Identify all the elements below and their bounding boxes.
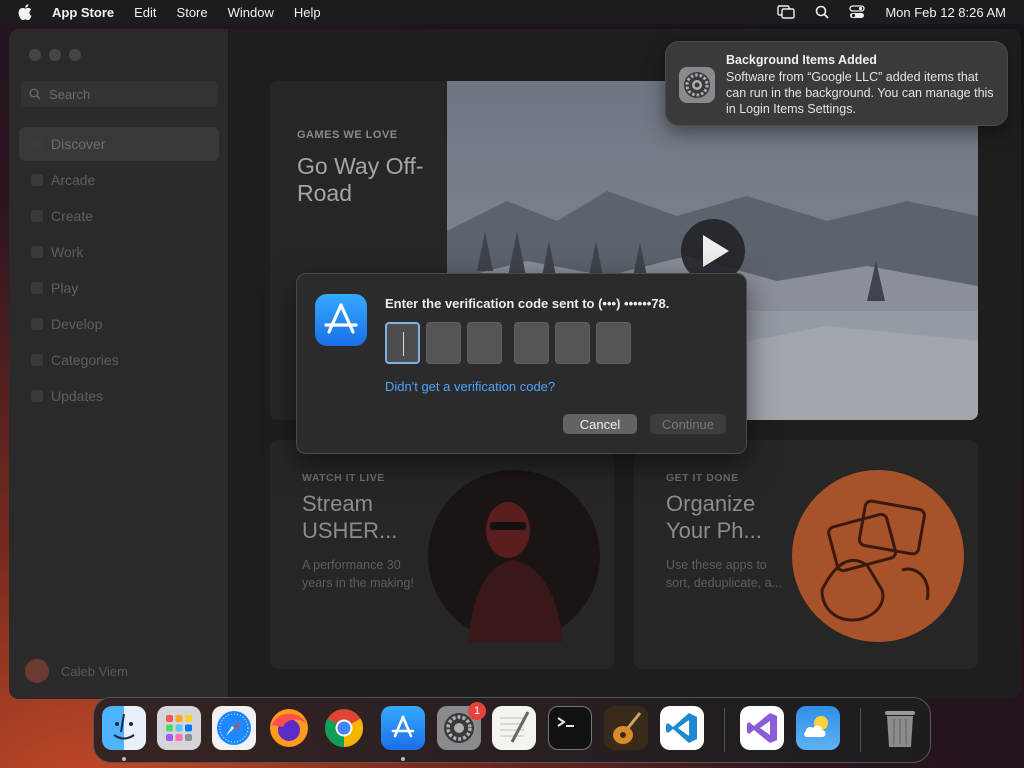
menu-help[interactable]: Help xyxy=(294,5,321,20)
chrome-icon[interactable] xyxy=(322,706,366,750)
apple-menu-icon[interactable] xyxy=(18,4,34,20)
story-card-organize-photos[interactable]: GET IT DONE Organize Your Ph... Use thes… xyxy=(634,440,978,669)
sidebar-nav: Discover Arcade Create Work Play Develop… xyxy=(19,127,219,415)
weather-icon[interactable] xyxy=(796,706,840,750)
app-store-icon[interactable] xyxy=(381,706,425,750)
firefox-icon[interactable] xyxy=(267,706,311,750)
sidebar-search-input[interactable]: Search xyxy=(21,81,218,107)
code-digit-4-input[interactable] xyxy=(514,322,549,364)
window-controls xyxy=(29,49,81,61)
develop-icon xyxy=(31,318,43,330)
menu-bar: App Store Edit Store Window Help Mon Feb… xyxy=(0,0,1024,24)
menu-edit[interactable]: Edit xyxy=(134,5,156,20)
screen-mirroring-icon[interactable] xyxy=(777,5,796,19)
card-title: Organize Your Ph... xyxy=(666,491,762,543)
code-digit-6-input[interactable] xyxy=(596,322,631,364)
cancel-button[interactable]: Cancel xyxy=(563,414,637,434)
dock-separator xyxy=(860,708,861,752)
categories-icon xyxy=(31,354,43,366)
card-title: Stream USHER... xyxy=(302,491,398,543)
resend-code-link[interactable]: Didn't get a verification code? xyxy=(385,379,555,394)
code-digit-5-input[interactable] xyxy=(555,322,590,364)
user-name: Caleb Viem xyxy=(61,663,128,679)
create-icon xyxy=(31,210,43,222)
trash-icon[interactable] xyxy=(878,706,922,750)
terminal-icon[interactable] xyxy=(548,706,592,750)
menu-store[interactable]: Store xyxy=(177,5,208,20)
dock: 1 xyxy=(93,697,931,763)
sidebar-item-label: Updates xyxy=(51,388,104,404)
spotlight-search-icon[interactable] xyxy=(815,5,829,19)
finder-icon[interactable] xyxy=(102,706,146,750)
sidebar-item-discover[interactable]: Discover xyxy=(19,127,219,161)
verification-code-dialog: Enter the verification code sent to (•••… xyxy=(296,273,747,454)
avatar xyxy=(25,659,49,683)
sidebar-item-label: Discover xyxy=(51,136,106,152)
verification-code-inputs xyxy=(385,322,637,364)
sidebar-item-play[interactable]: Play xyxy=(19,271,219,305)
continue-button[interactable]: Continue xyxy=(650,414,726,434)
settings-notification-badge: 1 xyxy=(468,702,486,720)
background-items-notification[interactable]: Background Items Added Software from “Go… xyxy=(665,41,1008,126)
app-store-icon xyxy=(315,294,367,346)
arcade-icon xyxy=(31,174,43,186)
sidebar-item-work[interactable]: Work xyxy=(19,235,219,269)
card-eyebrow: GET IT DONE xyxy=(666,472,739,484)
search-placeholder: Search xyxy=(49,86,91,102)
search-icon xyxy=(29,88,41,100)
sidebar-item-updates[interactable]: Updates xyxy=(19,379,219,413)
card-eyebrow: WATCH IT LIVE xyxy=(302,472,385,484)
play-category-icon xyxy=(31,282,43,294)
menu-app-name[interactable]: App Store xyxy=(52,5,114,20)
app-store-running-indicator xyxy=(401,757,405,761)
story-card-stream-usher[interactable]: WATCH IT LIVE Stream USHER... A performa… xyxy=(270,440,614,669)
code-digit-3-input[interactable] xyxy=(467,322,502,364)
menu-window[interactable]: Window xyxy=(228,5,274,20)
verification-prompt: Enter the verification code sent to (•••… xyxy=(385,296,670,311)
sidebar-item-label: Arcade xyxy=(51,172,96,188)
usher-portrait-image xyxy=(428,470,600,642)
control-center-icon[interactable] xyxy=(849,5,865,19)
dock-separator xyxy=(724,708,725,752)
sidebar-item-label: Work xyxy=(51,244,84,260)
code-digit-2-input[interactable] xyxy=(426,322,461,364)
safari-icon[interactable] xyxy=(212,706,256,750)
zoom-window-button[interactable] xyxy=(69,49,81,61)
work-icon xyxy=(31,246,43,258)
sidebar-item-create[interactable]: Create xyxy=(19,199,219,233)
notification-title: Background Items Added xyxy=(726,53,877,67)
discover-icon xyxy=(31,138,43,150)
minimize-window-button[interactable] xyxy=(49,49,61,61)
sidebar-item-label: Play xyxy=(51,280,79,296)
clock-datetime[interactable]: Mon Feb 12 8:26 AM xyxy=(885,5,1006,20)
finder-running-indicator xyxy=(122,757,126,761)
garageband-icon[interactable] xyxy=(604,706,648,750)
hero-title: Go Way Off-Road xyxy=(297,153,424,206)
updates-icon xyxy=(31,390,43,402)
code-digit-1-input[interactable] xyxy=(385,322,420,364)
organize-photos-illustration xyxy=(792,470,964,642)
close-window-button[interactable] xyxy=(29,49,41,61)
sidebar-item-label: Develop xyxy=(51,316,103,332)
notification-body: Software from “Google LLC” added items t… xyxy=(726,70,994,116)
sidebar-item-categories[interactable]: Categories xyxy=(19,343,219,377)
vscode-icon[interactable] xyxy=(660,706,704,750)
visual-studio-icon[interactable] xyxy=(740,706,784,750)
sidebar-item-label: Categories xyxy=(51,352,119,368)
sidebar-item-arcade[interactable]: Arcade xyxy=(19,163,219,197)
sidebar-item-develop[interactable]: Develop xyxy=(19,307,219,341)
textedit-icon[interactable] xyxy=(492,706,536,750)
launchpad-icon[interactable] xyxy=(157,706,201,750)
hero-eyebrow: GAMES WE LOVE xyxy=(297,129,398,141)
system-settings-gear-icon xyxy=(679,67,715,103)
card-description: A performance 30 years in the making! xyxy=(302,558,414,590)
sidebar-item-label: Create xyxy=(51,208,94,224)
account-button[interactable]: Caleb Viem xyxy=(25,659,128,683)
card-description: Use these apps to sort, deduplicate, a..… xyxy=(666,558,783,590)
sidebar: Search Discover Arcade Create Work Play … xyxy=(9,29,229,699)
